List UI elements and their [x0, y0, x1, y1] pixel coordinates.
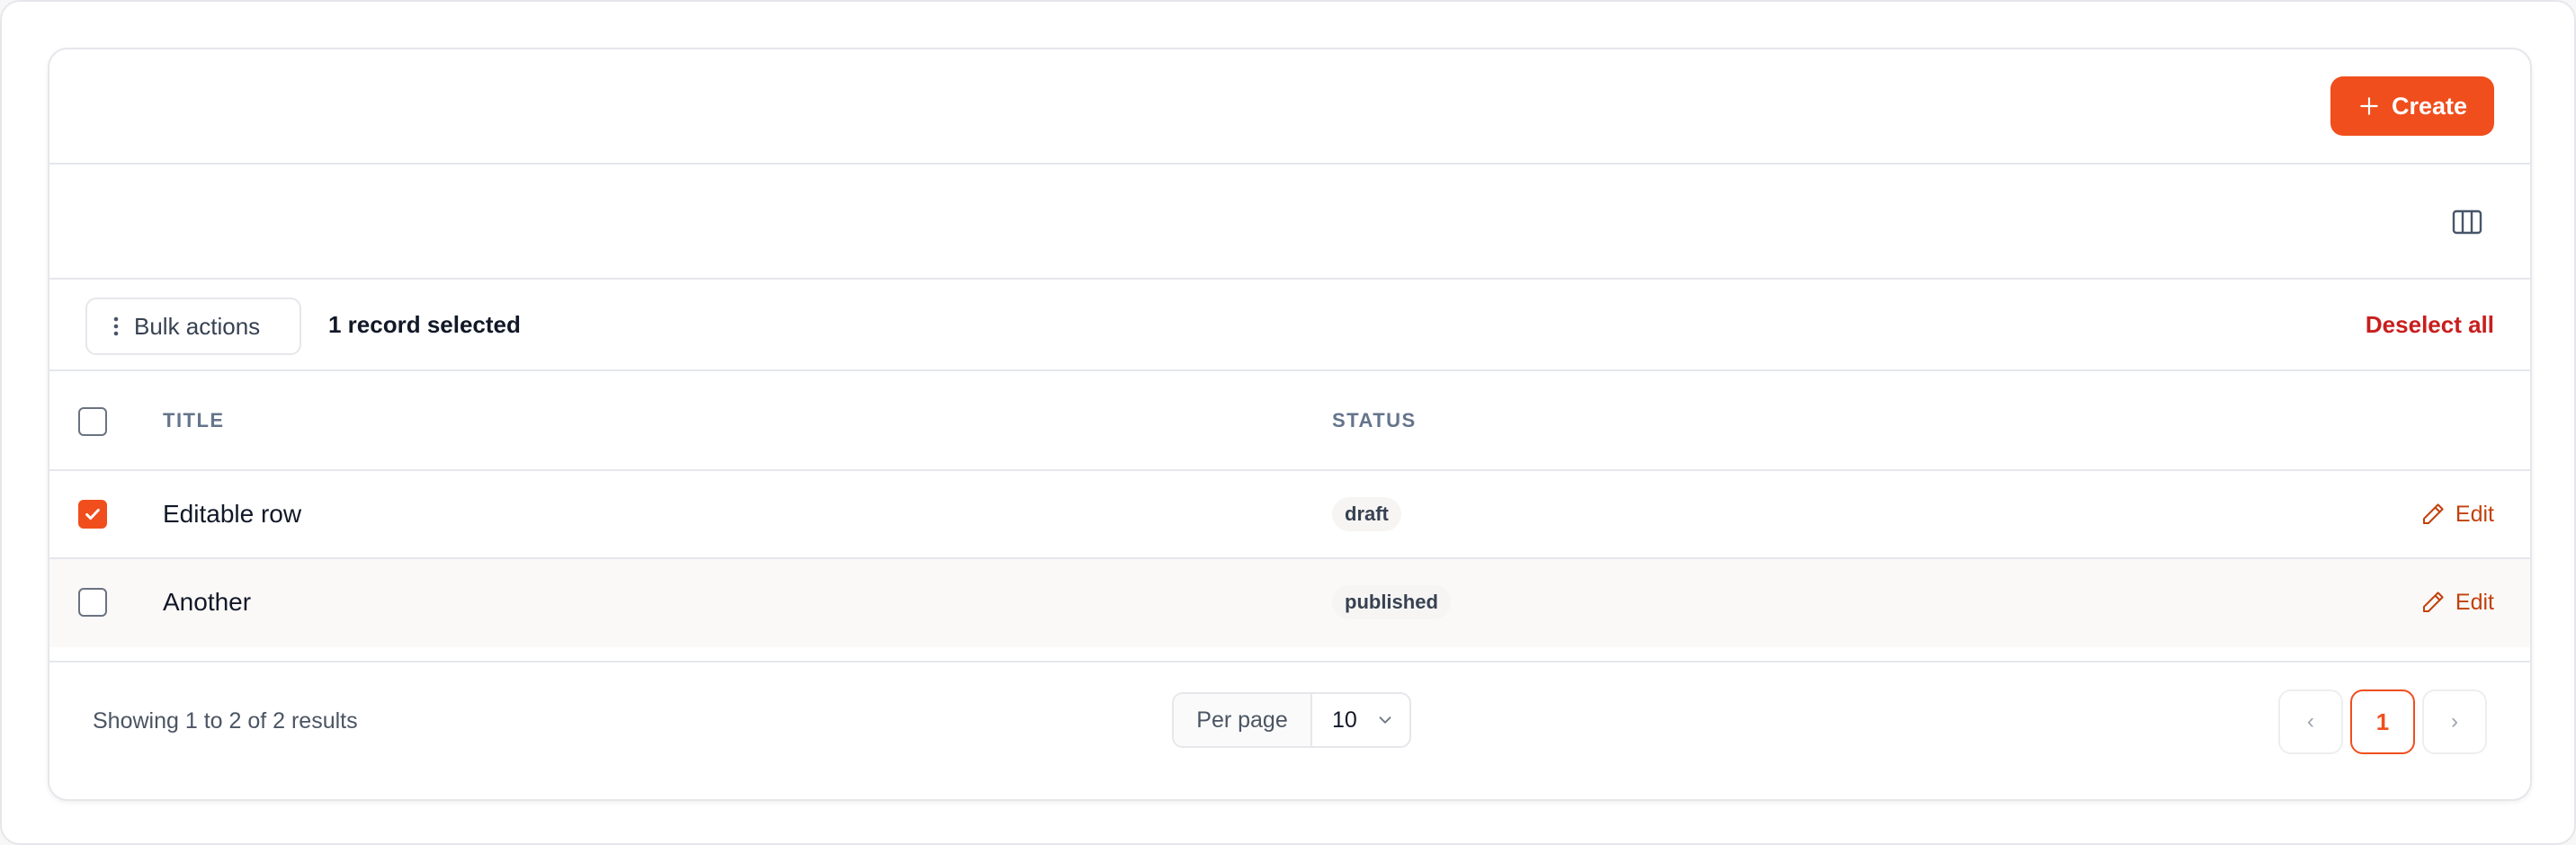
table-footer: Showing 1 to 2 of 2 results Per page 10 … [49, 661, 2530, 799]
edit-link[interactable]: Edit [2419, 559, 2494, 645]
chevron-down-icon [1379, 716, 1391, 724]
edit-label: Edit [2455, 589, 2494, 615]
table-head: TITLE STATUS [49, 371, 2530, 471]
edit-label: Edit [2455, 501, 2494, 527]
deselect-all-link[interactable]: Deselect all [2366, 280, 2494, 369]
pencil-icon [2422, 503, 2444, 524]
column-header-status[interactable]: STATUS [1332, 371, 1417, 469]
bulk-actions-button[interactable]: Bulk actions [85, 298, 301, 355]
pencil-icon [2422, 592, 2444, 612]
page-button-current[interactable]: 1 [2350, 689, 2415, 754]
table-header: Create [49, 49, 2530, 165]
per-page-label: Per page [1174, 694, 1312, 746]
next-page-button[interactable]: › [2422, 689, 2487, 754]
cell-title: Another [163, 588, 252, 616]
per-page-value: 10 [1332, 707, 1357, 733]
previous-page-button[interactable]: ‹ [2278, 689, 2343, 754]
table-row: Another published Edit [49, 559, 2530, 647]
select-all-checkbox[interactable] [78, 407, 107, 436]
table-card: Create Bulk actions 1 record selected De… [48, 48, 2532, 801]
app-frame: Create Bulk actions 1 record selected De… [0, 0, 2576, 845]
status-badge: published [1332, 585, 1451, 619]
bulk-actions-bar: Bulk actions 1 record selected Deselect … [49, 280, 2530, 371]
table-toolbar [49, 165, 2530, 280]
plus-icon [2360, 97, 2378, 115]
dots-vertical-icon [113, 316, 119, 336]
per-page-select[interactable]: 10 [1312, 694, 1409, 746]
row-checkbox[interactable] [78, 500, 107, 529]
pagination: ‹ 1 › [2278, 689, 2487, 754]
status-badge: draft [1332, 497, 1401, 531]
check-icon [85, 508, 100, 520]
column-toggle-button[interactable] [2449, 204, 2485, 240]
table-row: Editable row draft Edit [49, 471, 2530, 559]
columns-icon [2452, 209, 2482, 235]
edit-link[interactable]: Edit [2419, 471, 2494, 557]
bulk-actions-label: Bulk actions [134, 312, 261, 340]
create-button[interactable]: Create [2330, 76, 2494, 136]
column-header-title[interactable]: TITLE [163, 371, 225, 469]
row-checkbox[interactable] [78, 588, 107, 617]
selected-count-text: 1 record selected [328, 310, 521, 338]
create-button-label: Create [2391, 92, 2468, 120]
cell-title: Editable row [163, 500, 302, 528]
results-summary: Showing 1 to 2 of 2 results [93, 707, 358, 734]
per-page-control: Per page 10 [1172, 692, 1411, 748]
